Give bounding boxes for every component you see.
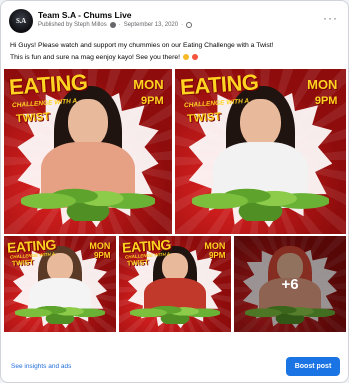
more-options-icon[interactable]: ···: [323, 12, 338, 24]
poster-time-text: 9PM: [208, 251, 226, 261]
post-text-line-1: Hi Guys! Please watch and support my chu…: [10, 42, 274, 49]
globe-icon: [186, 22, 193, 28]
poster-day-text: MON: [89, 240, 111, 251]
photo-grid: EATING CHALLENGE WITH A TWIST MON 9PM EA…: [4, 69, 346, 332]
poster-time-text: 9PM: [140, 95, 164, 108]
info-icon[interactable]: [109, 22, 116, 28]
see-insights-link[interactable]: See insights and ads: [11, 363, 71, 370]
post-footer: See insights and ads Boost post: [1, 347, 348, 382]
separator-dot: ·: [118, 22, 121, 28]
more-photos-overlay[interactable]: +6: [234, 236, 346, 332]
page-name[interactable]: Team S.A - Chums Live: [38, 10, 132, 20]
boost-post-button[interactable]: Boost post: [286, 357, 340, 376]
avatar[interactable]: S.A: [9, 9, 33, 33]
poster-twist-text: TWIST: [11, 259, 34, 268]
poster-time-text: 9PM: [314, 95, 338, 108]
post-text-line-2-content: This is fun and sure na mag eenjoy kayo!…: [10, 54, 181, 61]
poster-eating-text: EATING: [8, 69, 89, 100]
post-date[interactable]: September 13, 2020: [124, 22, 178, 28]
poster-eating-text: EATING: [179, 69, 260, 100]
post-header: S.A Team S.A - Chums Live Published by S…: [1, 1, 348, 37]
poster-day-text: MON: [307, 77, 338, 93]
photo-tile-4[interactable]: EATING CHALLENGE WITH A TWIST MON 9PM: [119, 236, 231, 332]
post-card: S.A Team S.A - Chums Live Published by S…: [0, 0, 349, 383]
byline: Published by Steph Millos · September 13…: [38, 22, 193, 28]
poster-time-text: 9PM: [93, 251, 111, 261]
person-face: [67, 98, 109, 149]
photo-tile-5-more[interactable]: +6: [234, 236, 346, 332]
poster-twist-text: TWIST: [126, 259, 149, 268]
okra-image: [20, 171, 156, 221]
poster-twist-text: TWIST: [186, 110, 222, 126]
more-photos-count: +6: [281, 275, 299, 293]
poster-day-text: MON: [204, 240, 226, 251]
photo-tile-3[interactable]: EATING CHALLENGE WITH A TWIST MON 9PM: [4, 236, 116, 332]
person-face: [239, 98, 281, 149]
heart-eyes-emoji-icon: [191, 54, 198, 60]
photo-tile-2[interactable]: EATING CHALLENGE WITH A TWIST MON 9PM: [175, 69, 346, 234]
post-text-line-2: This is fun and sure na mag eenjoy kayo!…: [10, 54, 198, 61]
okra-image: [130, 295, 220, 325]
poster-day-text: MON: [133, 77, 164, 93]
okra-image: [15, 295, 105, 325]
smiley-emoji-icon: [182, 54, 189, 60]
poster-twist-text: TWIST: [15, 110, 51, 126]
photo-tile-1[interactable]: EATING CHALLENGE WITH A TWIST MON 9PM: [4, 69, 172, 234]
published-by[interactable]: Published by Steph Millos: [38, 22, 107, 28]
okra-image: [192, 171, 329, 221]
separator-dot: ·: [181, 22, 184, 28]
